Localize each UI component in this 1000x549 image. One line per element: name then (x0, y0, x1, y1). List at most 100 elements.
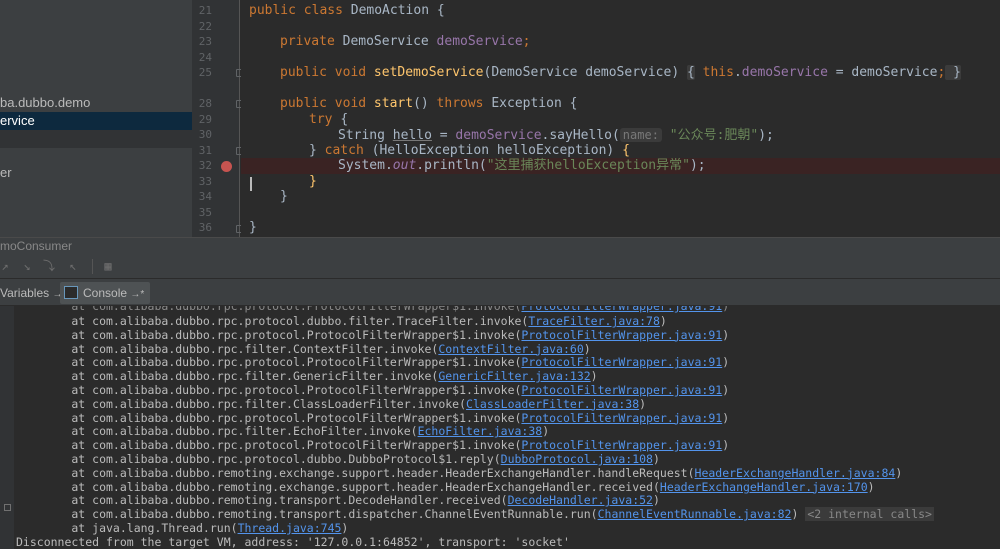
call-end: ); (689, 158, 706, 173)
console-line: at java.lang.Thread.run(Thread.java:745) (16, 521, 348, 535)
console-line: at com.alibaba.dubbo.rpc.protocol.Protoc… (16, 438, 729, 452)
debug-panel-title[interactable]: moConsumer (0, 237, 1000, 255)
editor-gutter[interactable]: 21 22 23 24 25 28 29 30 31 32 33 34 35 3… (192, 0, 244, 250)
tab-variables[interactable]: Variables →* (0, 282, 66, 304)
source-link[interactable]: ProtocolFilterWrapper.java:91 (521, 383, 722, 397)
tree-item-package[interactable]: ba.dubbo.demo (0, 94, 192, 112)
code-line-34: } (309, 174, 1000, 190)
console-line: Disconnected from the target VM, address… (16, 535, 570, 549)
step-over-icon[interactable]: ↗ (0, 259, 12, 273)
tree-item-service-selected[interactable]: ervice (0, 112, 192, 130)
stack-frame-end: ) (895, 465, 903, 480)
debug-tabs: Variables →* Console →* (0, 279, 1000, 306)
source-link[interactable]: ProtocolFilterWrapper.java:91 (521, 438, 722, 452)
brace: { (340, 112, 349, 127)
stack-frame-end: ) (341, 521, 349, 535)
code-line-30: try { (309, 112, 1000, 128)
stack-frame-text: at com.alibaba.dubbo.rpc.protocol.Protoc… (16, 383, 522, 397)
fold-toggle-icon[interactable] (4, 504, 11, 511)
stack-frame-end: ) (659, 314, 667, 328)
source-link[interactable]: ProtocolFilterWrapper.java:91 (521, 355, 722, 369)
stack-frame-end: ) (652, 493, 660, 508)
internal-calls-toggle[interactable]: <2 internal calls> (805, 507, 934, 522)
console-line: at com.alibaba.dubbo.rpc.protocol.dubbo.… (16, 452, 660, 466)
keyword: public void (280, 96, 374, 111)
stack-frame-text: at com.alibaba.dubbo.rpc.protocol.Protoc… (16, 327, 522, 342)
string-literal: "这里捕获helloException异常" (486, 158, 690, 173)
console-icon (64, 286, 78, 300)
static-field: out (392, 158, 417, 173)
line-number: 36 (198, 221, 212, 234)
source-link[interactable]: ProtocolFilterWrapper.java:91 (521, 328, 722, 342)
source-link[interactable]: HeaderExchangeHandler.java:170 (660, 480, 868, 494)
source-link[interactable]: Thread.java:745 (238, 521, 342, 535)
params: (DemoService demoService) (483, 65, 687, 80)
field-name: demoService (455, 128, 542, 143)
stack-frame-text: at com.alibaba.dubbo.rpc.protocol.dubbo.… (16, 452, 501, 466)
source-link[interactable]: EchoFilter.java:38 (418, 424, 543, 438)
breakpoint-icon[interactable] (221, 161, 232, 172)
console-line: at com.alibaba.dubbo.remoting.transport.… (16, 493, 660, 507)
line-number: 33 (198, 175, 212, 188)
line-number: 22 (198, 20, 212, 33)
source-link[interactable]: ClassLoaderFilter.java:38 (466, 397, 639, 411)
source-link[interactable]: TraceFilter.java:78 (528, 314, 660, 328)
stack-frame-end: ) (722, 383, 730, 397)
line-number: 31 (198, 144, 212, 157)
stack-frame-text: at com.alibaba.dubbo.rpc.protocol.Protoc… (16, 438, 522, 453)
tree-item-blank[interactable] (0, 130, 192, 148)
method-name: setDemoService (373, 65, 484, 80)
parens: () (413, 96, 437, 111)
evaluate-expression-icon[interactable]: ▦ (101, 259, 115, 273)
folded-brace[interactable]: { (687, 65, 695, 80)
matched-brace: } (309, 174, 317, 189)
stack-frame-text: at com.alibaba.dubbo.remoting.transport.… (16, 493, 508, 508)
class-ref: System. (338, 158, 393, 173)
folded-brace[interactable]: } (945, 65, 961, 80)
console-gutter (0, 306, 14, 549)
field-name: demoService (741, 65, 828, 80)
code-line-21: public class DemoAction { (249, 3, 1000, 19)
source-link[interactable]: ContextFilter.java:60 (438, 342, 583, 356)
stack-frame-text: at com.alibaba.dubbo.rpc.protocol.Protoc… (16, 355, 522, 370)
debug-toolbar: ↗ ↘ ⤵ ↖ ▦ (0, 255, 1000, 279)
stack-frame-end: ) (639, 396, 647, 411)
step-into-icon[interactable]: ↘ (20, 259, 34, 273)
force-step-into-icon[interactable]: ⤵ (42, 259, 56, 273)
source-link[interactable]: ChannelEventRunnable.java:82 (598, 507, 792, 521)
call-end: ); (758, 128, 774, 143)
stack-frame-end: ) (722, 355, 730, 370)
line-number: 29 (198, 113, 212, 126)
code-line-23: private DemoService demoService; (280, 34, 1000, 50)
tree-item-consumer[interactable]: er (0, 164, 192, 182)
tab-pin-icon: →* (130, 289, 145, 300)
tab-variables-label: Variables (0, 286, 50, 300)
code-line-32: } catch (HelloException helloException) … (309, 143, 1000, 159)
stack-frame-text: at com.alibaba.dubbo.remoting.exchange.s… (16, 465, 695, 480)
code-line-25: public void setDemoService(DemoService d… (280, 65, 1000, 81)
console-line: at com.alibaba.dubbo.rpc.protocol.dubbo.… (16, 314, 667, 328)
matched-brace: { (622, 143, 630, 158)
console-line: at com.alibaba.dubbo.rpc.protocol.Protoc… (16, 355, 729, 369)
line-number: 34 (198, 190, 212, 203)
parameter-hint: name: (619, 128, 662, 142)
tab-console-label: Console (83, 286, 128, 300)
code-line-37: } (249, 220, 1000, 236)
tab-console[interactable]: Console →* (60, 282, 151, 304)
source-link[interactable]: DubboProtocol.java:108 (501, 452, 653, 466)
step-out-icon[interactable]: ↖ (66, 259, 80, 273)
console-line: at com.alibaba.dubbo.rpc.protocol.Protoc… (16, 411, 729, 425)
stack-frame-text: at com.alibaba.dubbo.rpc.filter.ContextF… (16, 341, 439, 356)
source-link[interactable]: GenericFilter.java:132 (438, 369, 590, 383)
code-line-31: String hello = demoService.sayHello(name… (338, 127, 1000, 143)
source-link[interactable]: ProtocolFilterWrapper.java:91 (521, 411, 722, 425)
stack-frame-text: at com.alibaba.dubbo.remoting.transport.… (16, 507, 598, 522)
type-name: String (338, 128, 393, 143)
line-number: 28 (198, 97, 212, 110)
string-literal: "公众号:肥朝" (669, 128, 759, 143)
source-link[interactable]: DecodeHandler.java:52 (508, 493, 653, 507)
console-line: at com.alibaba.dubbo.rpc.protocol.Protoc… (16, 383, 729, 397)
source-link[interactable]: HeaderExchangeHandler.java:84 (695, 466, 896, 480)
code-editor[interactable]: public class DemoAction { private DemoSe… (241, 0, 1000, 237)
console-output[interactable]: at com.alibaba.dubbo.rpc.protocol.Protoc… (0, 306, 1000, 549)
